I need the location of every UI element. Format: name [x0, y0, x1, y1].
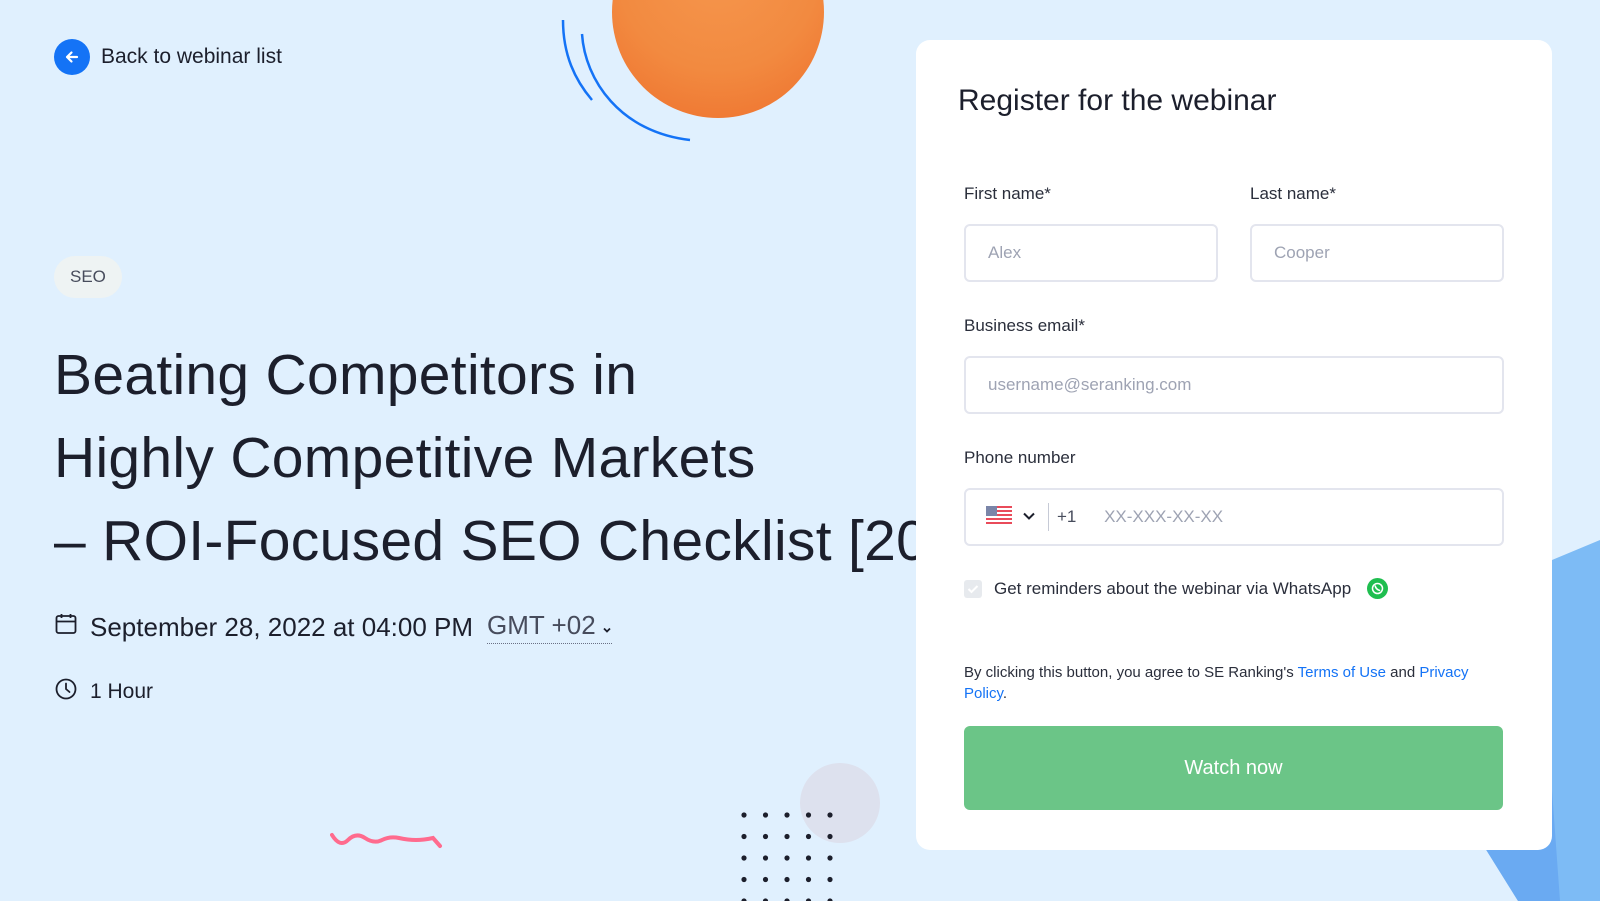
whatsapp-icon [1367, 578, 1389, 599]
phone-field: +1 [964, 488, 1504, 546]
decorative-dot [762, 855, 769, 861]
clock-icon [54, 677, 78, 707]
calendar-icon [54, 612, 78, 643]
webinar-duration: 1 Hour [54, 677, 153, 707]
decorative-dot [784, 833, 790, 840]
last-name-input[interactable] [1252, 243, 1502, 263]
whatsapp-reminder-option: Get reminders about the webinar via What… [964, 578, 1389, 599]
decorative-dot [762, 876, 769, 883]
email-field [964, 356, 1504, 414]
title-line: – ROI-Focused SEO Checklist [2023] [54, 509, 1009, 573]
form-title: Register for the webinar [958, 84, 1277, 117]
terms-middle: and [1385, 664, 1420, 681]
phone-input[interactable] [1092, 507, 1502, 527]
chevron-down-icon [602, 610, 612, 641]
decorative-dot [762, 833, 769, 840]
email-label: Business email* [964, 316, 1085, 335]
decorative-dot [784, 855, 790, 861]
decorative-dot [827, 812, 833, 818]
decorative-dot [784, 876, 790, 883]
category-tag: SEO [54, 256, 122, 298]
decorative-dot [784, 812, 790, 818]
decorative-dot [762, 812, 769, 818]
decorative-dot [741, 833, 747, 840]
us-flag-icon [986, 505, 1012, 529]
first-name-field [964, 224, 1218, 282]
phone-country-code: +1 [1057, 507, 1077, 526]
webinar-datetime: September 28, 2022 at 04:00 PM GMT +02 [54, 610, 612, 644]
chevron-down-icon [1022, 508, 1036, 526]
decorative-dot [827, 876, 833, 883]
title-line: Highly Competitive Markets [54, 426, 756, 490]
decorative-dots [741, 812, 833, 901]
decorative-dot [741, 812, 747, 818]
decorative-dot [805, 812, 812, 818]
last-name-label: Last name* [1250, 184, 1336, 203]
back-link-label: Back to webinar list [101, 45, 282, 68]
first-name-input[interactable] [966, 243, 1216, 263]
datetime-text: September 28, 2022 at 04:00 PM [90, 611, 474, 642]
country-selector[interactable] [966, 490, 1049, 544]
terms-suffix: . [1002, 685, 1008, 702]
email-input[interactable] [966, 375, 1502, 395]
decorative-arcs [561, 19, 691, 142]
decorative-dot [827, 833, 833, 840]
registration-form: Register for the webinar First name* Las… [916, 40, 1552, 850]
decorative-dot [827, 855, 833, 861]
first-name-label: First name* [964, 184, 1051, 203]
decorative-dot [805, 876, 812, 883]
webinar-title: Beating Competitors in Highly Competitiv… [54, 334, 1009, 583]
phone-label: Phone number [964, 448, 1076, 467]
decorative-dot [741, 855, 747, 861]
duration-text: 1 Hour [90, 680, 154, 703]
decorative-dot [805, 855, 812, 861]
whatsapp-label: Get reminders about the webinar via What… [994, 578, 1352, 598]
title-line: Beating Competitors in [54, 343, 638, 407]
timezone-dropdown[interactable]: GMT +02 [487, 610, 612, 644]
terms-of-use-link[interactable]: Terms of Use [1298, 664, 1386, 681]
arrow-left-icon [54, 39, 90, 75]
back-to-webinar-list-link[interactable]: Back to webinar list [54, 39, 282, 75]
terms-prefix: By clicking this button, you agree to SE… [964, 664, 1298, 681]
timezone-value: GMT +02 [487, 610, 596, 640]
decorative-dot [805, 833, 812, 840]
decorative-wave [330, 833, 442, 848]
whatsapp-checkbox[interactable] [964, 579, 982, 598]
decorative-dot [741, 876, 747, 883]
watch-now-button[interactable]: Watch now [964, 726, 1503, 810]
last-name-field [1250, 224, 1504, 282]
terms-notice: By clicking this button, you agree to SE… [964, 662, 1504, 704]
